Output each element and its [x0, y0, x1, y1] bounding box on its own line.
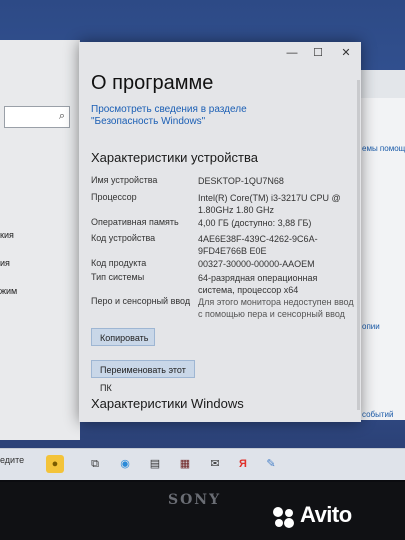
minimize-button[interactable]: — — [281, 46, 303, 60]
paint-icon[interactable]: ✎ — [262, 455, 280, 473]
store-icon[interactable]: ▤ — [146, 455, 164, 473]
taskbar: едите ● ⧉ ◉ ▤ ▦ ✉ Я ✎ — [0, 448, 405, 480]
spec-label: Код устройства — [91, 233, 156, 243]
yandex-icon[interactable]: Я — [234, 455, 252, 473]
device-specs-title: Характеристики устройства — [91, 150, 258, 165]
close-button[interactable]: ✕ — [335, 46, 357, 60]
spec-value: 64-разрядная операционная система, проце… — [198, 273, 318, 295]
dialog-titlebar[interactable]: — ☐ ✕ — [79, 42, 361, 64]
laptop-bezel: SONY Avito — [0, 482, 405, 540]
avito-logo-icon — [273, 507, 294, 528]
taskbar-search-box[interactable]: едите — [0, 455, 24, 465]
search-icon: ⌕ — [58, 110, 65, 122]
avito-watermark: Avito — [300, 502, 352, 527]
spec-value: 4AE6E38F-439C-4262-9C6A-9FD4E766B E0E — [198, 234, 318, 256]
maximize-button[interactable]: ☐ — [307, 46, 329, 60]
left-window-item[interactable]: кия — [0, 230, 14, 240]
windows-specs-title: Характеристики Windows — [91, 396, 244, 411]
spec-value: DESKTOP-1QU7N68 — [198, 176, 284, 186]
cortana-duck-icon[interactable]: ● — [46, 455, 64, 473]
task-view-icon[interactable]: ⧉ — [86, 455, 104, 473]
right-window-link[interactable]: емы помощи — [362, 144, 405, 153]
screen: ⌕ кия ия жим емы помощи опии событий — ☐… — [0, 0, 405, 480]
spec-label: Процессор — [91, 192, 137, 202]
spec-label: Код продукта — [91, 258, 147, 268]
spec-value: Для этого монитора недоступен ввод с пом… — [198, 297, 354, 319]
spec-label: Имя устройства — [91, 175, 158, 185]
copy-button[interactable]: Копировать — [91, 328, 155, 346]
mail-icon[interactable]: ✉ — [206, 455, 224, 473]
right-window-link[interactable]: опии — [362, 322, 380, 331]
left-window-item[interactable]: жим — [0, 286, 17, 296]
rename-pc-button[interactable]: Переименовать этот ПК — [91, 360, 195, 393]
security-link[interactable]: Просмотреть сведения в разделе "Безопасн… — [91, 104, 301, 128]
spec-value: 00327-30000-00000-AAOEM — [198, 259, 315, 269]
spec-label: Оперативная память — [91, 217, 179, 227]
spec-label: Перо и сенсорный ввод — [91, 296, 191, 306]
settings-search-box[interactable]: ⌕ — [4, 106, 70, 128]
store-bag-icon[interactable]: ▦ — [176, 455, 194, 473]
spec-label: Тип системы — [91, 272, 145, 282]
left-window-item[interactable]: ия — [0, 258, 10, 268]
spec-value: Intel(R) Core(TM) i3-3217U CPU @ 1.80GHz… — [198, 193, 341, 215]
right-window-link[interactable]: событий — [362, 410, 393, 419]
spec-value: 4,00 ГБ (доступно: 3,88 ГБ) — [198, 218, 312, 228]
page-title: О программе — [91, 72, 214, 94]
brand-logo: SONY — [168, 492, 222, 508]
left-background-window: ⌕ кия ия жим — [0, 40, 80, 440]
dialog-scrollbar[interactable] — [357, 80, 360, 410]
about-dialog: — ☐ ✕ О программе Просмотреть сведения в… — [79, 42, 361, 422]
edge-icon[interactable]: ◉ — [116, 455, 134, 473]
